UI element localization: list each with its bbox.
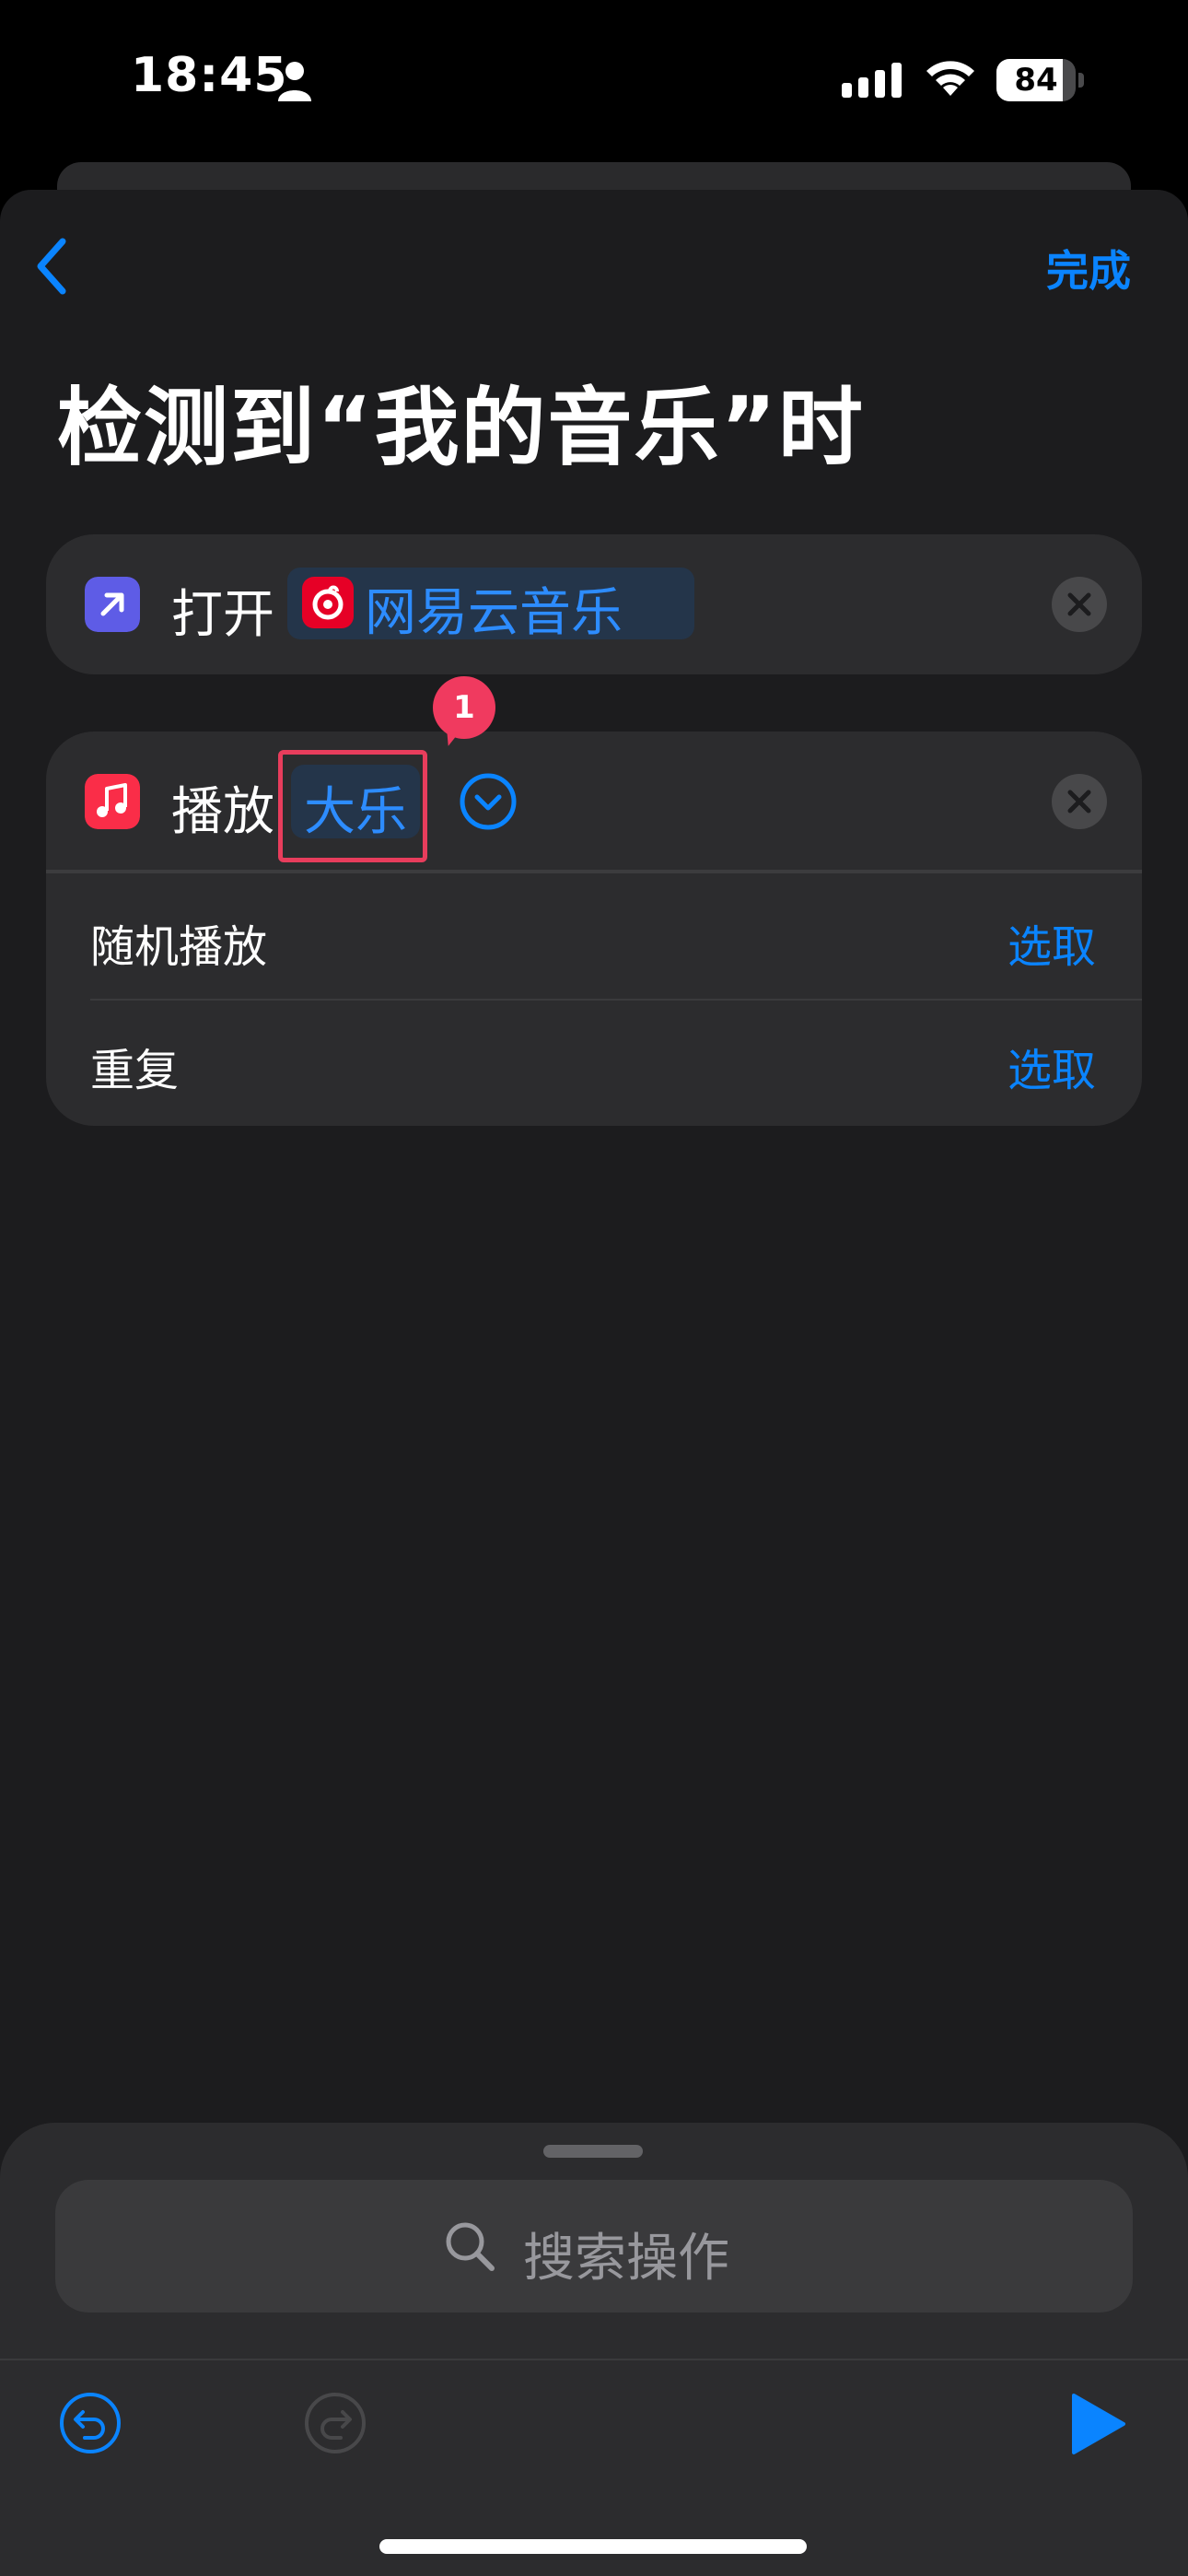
battery-indicator: 84 (996, 59, 1085, 101)
remove-action-button[interactable] (1052, 577, 1107, 632)
netease-music-icon (302, 577, 354, 628)
annotation-badge: 1 (433, 676, 495, 739)
cellular-signal-icon (842, 63, 902, 98)
divider (0, 2359, 1188, 2360)
divider (46, 870, 1142, 873)
app-token-label: 网易云音乐 (365, 583, 623, 643)
close-icon (1067, 592, 1091, 616)
redo-icon[interactable] (302, 2390, 368, 2456)
search-input[interactable]: 搜索操作 (55, 2180, 1133, 2313)
arrow-up-right-icon (85, 577, 140, 632)
close-icon (1067, 790, 1091, 814)
action-verb-play: 播放 (171, 782, 274, 842)
annotation-highlight-box (278, 750, 427, 862)
remove-action-button[interactable] (1052, 774, 1107, 829)
status-bar: 18:45 84 (0, 0, 1188, 161)
action-card-play-music[interactable]: 播放 大乐 随机播放 选取 重复 选取 (46, 732, 1142, 1126)
param-label: 随机播放 (90, 921, 268, 973)
page-title: 检测到“我的音乐”时 (57, 379, 865, 477)
home-indicator (379, 2539, 807, 2554)
divider (90, 999, 1142, 1001)
music-note-icon (85, 774, 140, 829)
person-icon (278, 62, 311, 101)
chevron-down-circle-icon[interactable] (459, 772, 518, 831)
back-chevron-icon[interactable] (29, 234, 76, 299)
app-token[interactable]: 网易云音乐 (287, 568, 694, 643)
action-verb-open: 打开 (171, 585, 274, 645)
wifi-icon (926, 61, 974, 96)
param-value-picker[interactable]: 选取 (1007, 910, 1096, 975)
battery-level: 84 (1014, 62, 1058, 99)
sheet-grabber[interactable] (543, 2145, 643, 2158)
param-label: 重复 (90, 1045, 180, 1096)
play-run-icon[interactable] (1068, 2392, 1127, 2456)
status-time: 18:45 (131, 48, 288, 103)
param-value-picker[interactable]: 选取 (1007, 1034, 1096, 1098)
undo-icon[interactable] (57, 2390, 123, 2456)
action-card-open-app[interactable]: 打开 网易云音乐 (46, 534, 1142, 674)
search-placeholder: 搜索操作 (523, 2229, 729, 2289)
search-icon (446, 2222, 495, 2271)
actions-panel: 搜索操作 (0, 2123, 1188, 2576)
done-button[interactable]: 完成 (1046, 238, 1131, 299)
